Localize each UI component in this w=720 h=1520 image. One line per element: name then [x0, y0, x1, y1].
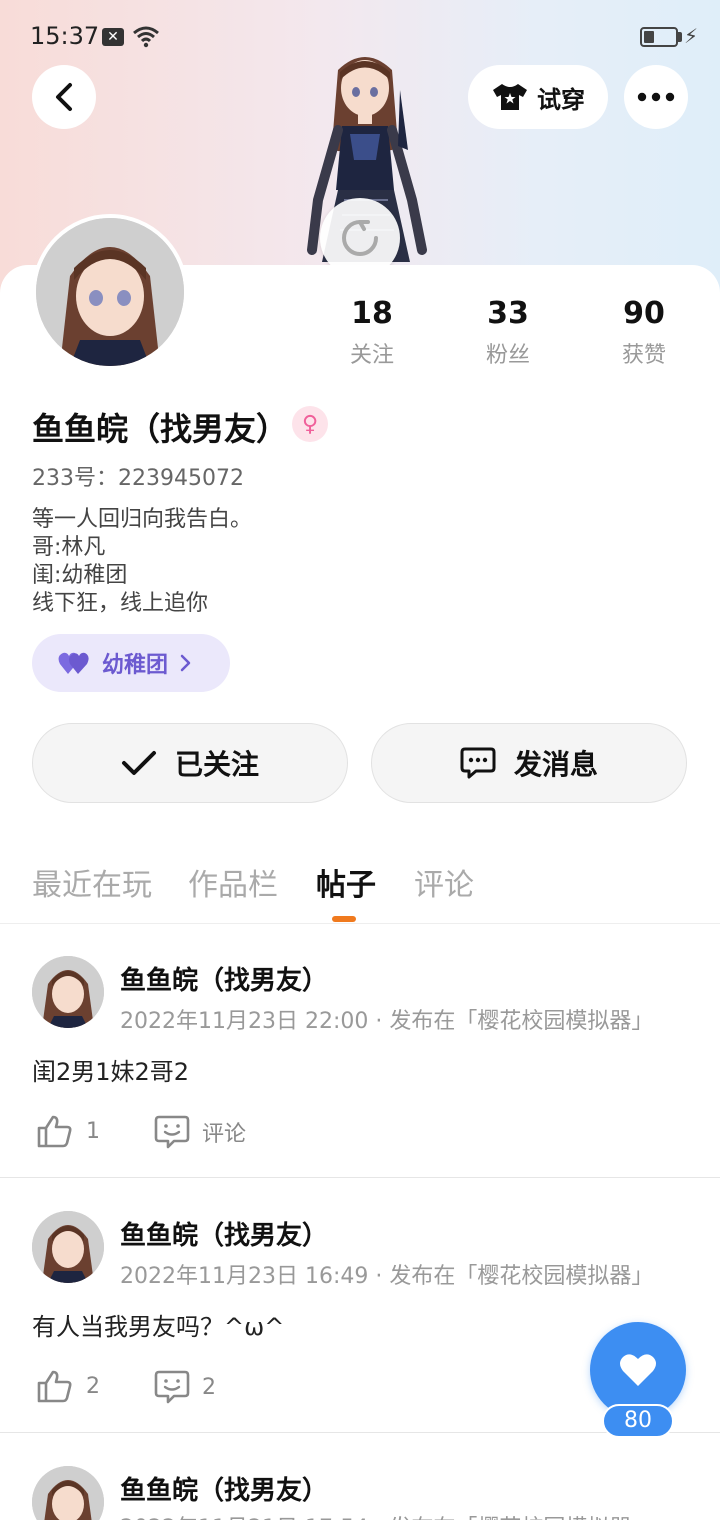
post-like-button[interactable]: 2: [36, 1369, 100, 1403]
thumbs-up-icon: [37, 1115, 72, 1148]
stat-followers-count: 33: [487, 296, 529, 331]
tab-comments[interactable]: 评论: [414, 860, 474, 904]
send-message-button[interactable]: 发消息: [371, 723, 687, 803]
tab-posts[interactable]: 帖子: [316, 860, 376, 904]
post-comment-button[interactable]: 评论: [154, 1114, 246, 1150]
thumbs-up-icon: [37, 1370, 72, 1403]
battery-tip: [678, 32, 682, 42]
more-dots-icon: [637, 92, 675, 102]
bio-line: 线下狂，线上追你: [32, 591, 209, 616]
bio-line: 等一人回归向我告白。: [32, 507, 253, 532]
post-meta: 2022年11月23日 16:49 · 发布在「樱花校园模拟器」: [120, 1264, 654, 1289]
back-button[interactable]: [32, 65, 96, 129]
user-id-label: 233号：: [32, 466, 118, 491]
post-meta: 2022年11月23日 22:00 · 发布在「樱花校园模拟器」: [120, 1009, 654, 1034]
post-content[interactable]: 有人当我男友吗？^ω^: [32, 1307, 284, 1342]
more-button[interactable]: [624, 65, 688, 129]
post-like-button[interactable]: 1: [36, 1114, 100, 1148]
chevron-right-icon: [180, 654, 191, 672]
avatar-image: [36, 218, 184, 366]
status-time: 15:37: [30, 22, 100, 50]
bio-line: 闺:幼稚团: [32, 563, 128, 588]
group-chip[interactable]: 幼稚团: [32, 634, 230, 692]
active-tab-indicator: [332, 916, 356, 922]
stat-likes[interactable]: 90 获赞: [584, 296, 704, 369]
comment-smile-icon: [154, 1115, 190, 1149]
stat-following-label: 关注: [349, 343, 394, 368]
check-icon: [121, 751, 156, 775]
female-gender-icon: ♀: [292, 406, 328, 442]
user-id-value: 223945072: [118, 466, 244, 491]
post-comment-count: 2: [202, 1374, 216, 1400]
stat-likes-count: 90: [623, 296, 665, 331]
followed-label: 已关注: [174, 748, 259, 781]
double-heart-icon: [58, 652, 89, 674]
stat-following[interactable]: 18 关注: [312, 296, 432, 369]
tab-recently-played[interactable]: 最近在玩: [32, 860, 152, 904]
avatar-image: [32, 1211, 104, 1283]
heart-icon: [620, 1354, 656, 1386]
shirt-icon: [493, 84, 527, 110]
post-author-name[interactable]: 鱼鱼皖（找男友）: [120, 960, 328, 997]
profile-username: 鱼鱼皖（找男友）: [32, 410, 289, 448]
post-meta: 2022年11月21日 17:54 · 发布在「樱花校园模拟器」: [120, 1510, 653, 1520]
stat-followers-label: 粉丝: [485, 343, 530, 368]
battery-icon: [640, 27, 678, 47]
rotate-icon: [342, 220, 378, 256]
post-comment-button[interactable]: 2: [154, 1369, 216, 1405]
post-content[interactable]: 闺2男1妹2哥2: [32, 1052, 189, 1087]
sim-off-icon: ✕: [102, 28, 124, 46]
post-author-avatar[interactable]: [32, 956, 104, 1028]
wifi-icon: [133, 26, 159, 48]
charging-icon: ⚡: [684, 24, 699, 48]
try-on-label: 试穿: [537, 85, 585, 114]
chat-bubble-icon: [460, 747, 496, 779]
stat-following-count: 18: [351, 296, 393, 331]
group-chip-label: 幼稚团: [102, 653, 169, 678]
stat-likes-label: 获赞: [621, 343, 666, 368]
avatar-image: [32, 956, 104, 1028]
post-author-name[interactable]: 鱼鱼皖（找男友）: [120, 1215, 328, 1252]
post-comment-label: 评论: [202, 1122, 247, 1147]
profile-tabs: 最近在玩 作品栏 帖子 评论: [0, 860, 720, 924]
post-like-count: 2: [86, 1373, 100, 1399]
profile-bio: 等一人回归向我告白。 哥:林凡 闺:幼稚团 线下狂，线上追你: [32, 506, 252, 618]
post-author-avatar[interactable]: [32, 1211, 104, 1283]
profile-user-id: 233号：223945072: [32, 460, 244, 492]
stat-followers[interactable]: 33 粉丝: [448, 296, 568, 369]
bio-line: 哥:林凡: [32, 535, 106, 560]
send-message-label: 发消息: [513, 748, 598, 781]
post-author-name[interactable]: 鱼鱼皖（找男友）: [120, 1470, 328, 1507]
comment-smile-icon: [154, 1370, 190, 1404]
profile-avatar[interactable]: [32, 214, 188, 370]
post-like-count: 1: [86, 1118, 100, 1144]
tab-works[interactable]: 作品栏: [188, 860, 278, 904]
fab-like-count: 80: [602, 1404, 674, 1438]
post-divider: [0, 1177, 720, 1178]
try-on-button[interactable]: 试穿: [468, 65, 608, 129]
followed-button[interactable]: 已关注: [32, 723, 348, 803]
chevron-left-icon: [56, 83, 72, 111]
